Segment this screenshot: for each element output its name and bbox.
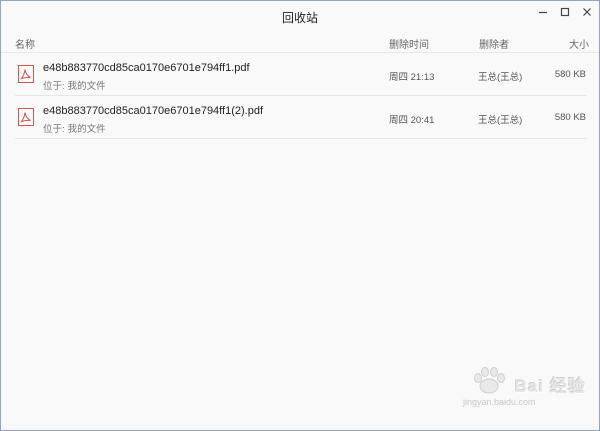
column-header-deleted-by[interactable]: 删除者 xyxy=(479,36,509,51)
watermark-url: jingyan.baidu.com xyxy=(463,397,536,407)
column-header: 名称 删除时间 删除者 大小 xyxy=(1,31,599,53)
file-deleted-by: 王总(王总) xyxy=(478,72,523,83)
file-deleted-by: 王总(王总) xyxy=(478,115,523,126)
file-location-value: 我的文件 xyxy=(67,81,106,92)
file-deleted-time: 周四 20:41 xyxy=(389,115,435,126)
file-location-label: 位于: xyxy=(43,81,65,92)
column-header-size[interactable]: 大小 xyxy=(569,36,589,51)
column-header-deleted-time[interactable]: 删除时间 xyxy=(389,36,429,51)
title-bar[interactable]: 回收站 xyxy=(1,1,599,31)
recycle-bin-window: 回收站 名称 删除时间 删除者 大小 e48b883770cd85ca0170e… xyxy=(0,0,600,431)
file-deleted-time: 周四 21:13 xyxy=(389,72,435,83)
file-name: e48b883770cd85ca0170e6701e794ff1.pdf xyxy=(43,62,250,74)
file-location: 位于: 我的文件 xyxy=(43,78,106,92)
paw-logo-icon xyxy=(474,367,505,394)
file-location-label: 位于: xyxy=(43,124,65,135)
close-icon xyxy=(582,7,592,17)
file-location: 位于: 我的文件 xyxy=(43,121,106,135)
file-name: e48b883770cd85ca0170e6701e794ff1(2).pdf xyxy=(43,105,263,117)
column-header-name[interactable]: 名称 xyxy=(15,36,35,51)
file-list: e48b883770cd85ca0170e6701e794ff1.pdf 位于:… xyxy=(15,53,587,139)
minimize-icon xyxy=(538,7,548,17)
file-row[interactable]: e48b883770cd85ca0170e6701e794ff1.pdf 位于:… xyxy=(15,53,587,96)
pdf-icon xyxy=(18,65,34,83)
window-title: 回收站 xyxy=(281,11,318,25)
pdf-icon xyxy=(18,108,34,126)
file-size: 580 KB xyxy=(554,69,586,80)
file-size: 580 KB xyxy=(554,112,586,123)
file-row[interactable]: e48b883770cd85ca0170e6701e794ff1(2).pdf … xyxy=(15,96,587,139)
maximize-button[interactable] xyxy=(554,4,576,20)
close-button[interactable] xyxy=(576,4,598,20)
minimize-button[interactable] xyxy=(532,4,554,20)
maximize-icon xyxy=(560,7,570,17)
file-location-value: 我的文件 xyxy=(67,124,106,135)
baidu-jingyan-watermark: Bai 经验 jingyan.baidu.com xyxy=(463,366,587,416)
watermark-logo-text: Bai 经验 xyxy=(515,377,587,396)
